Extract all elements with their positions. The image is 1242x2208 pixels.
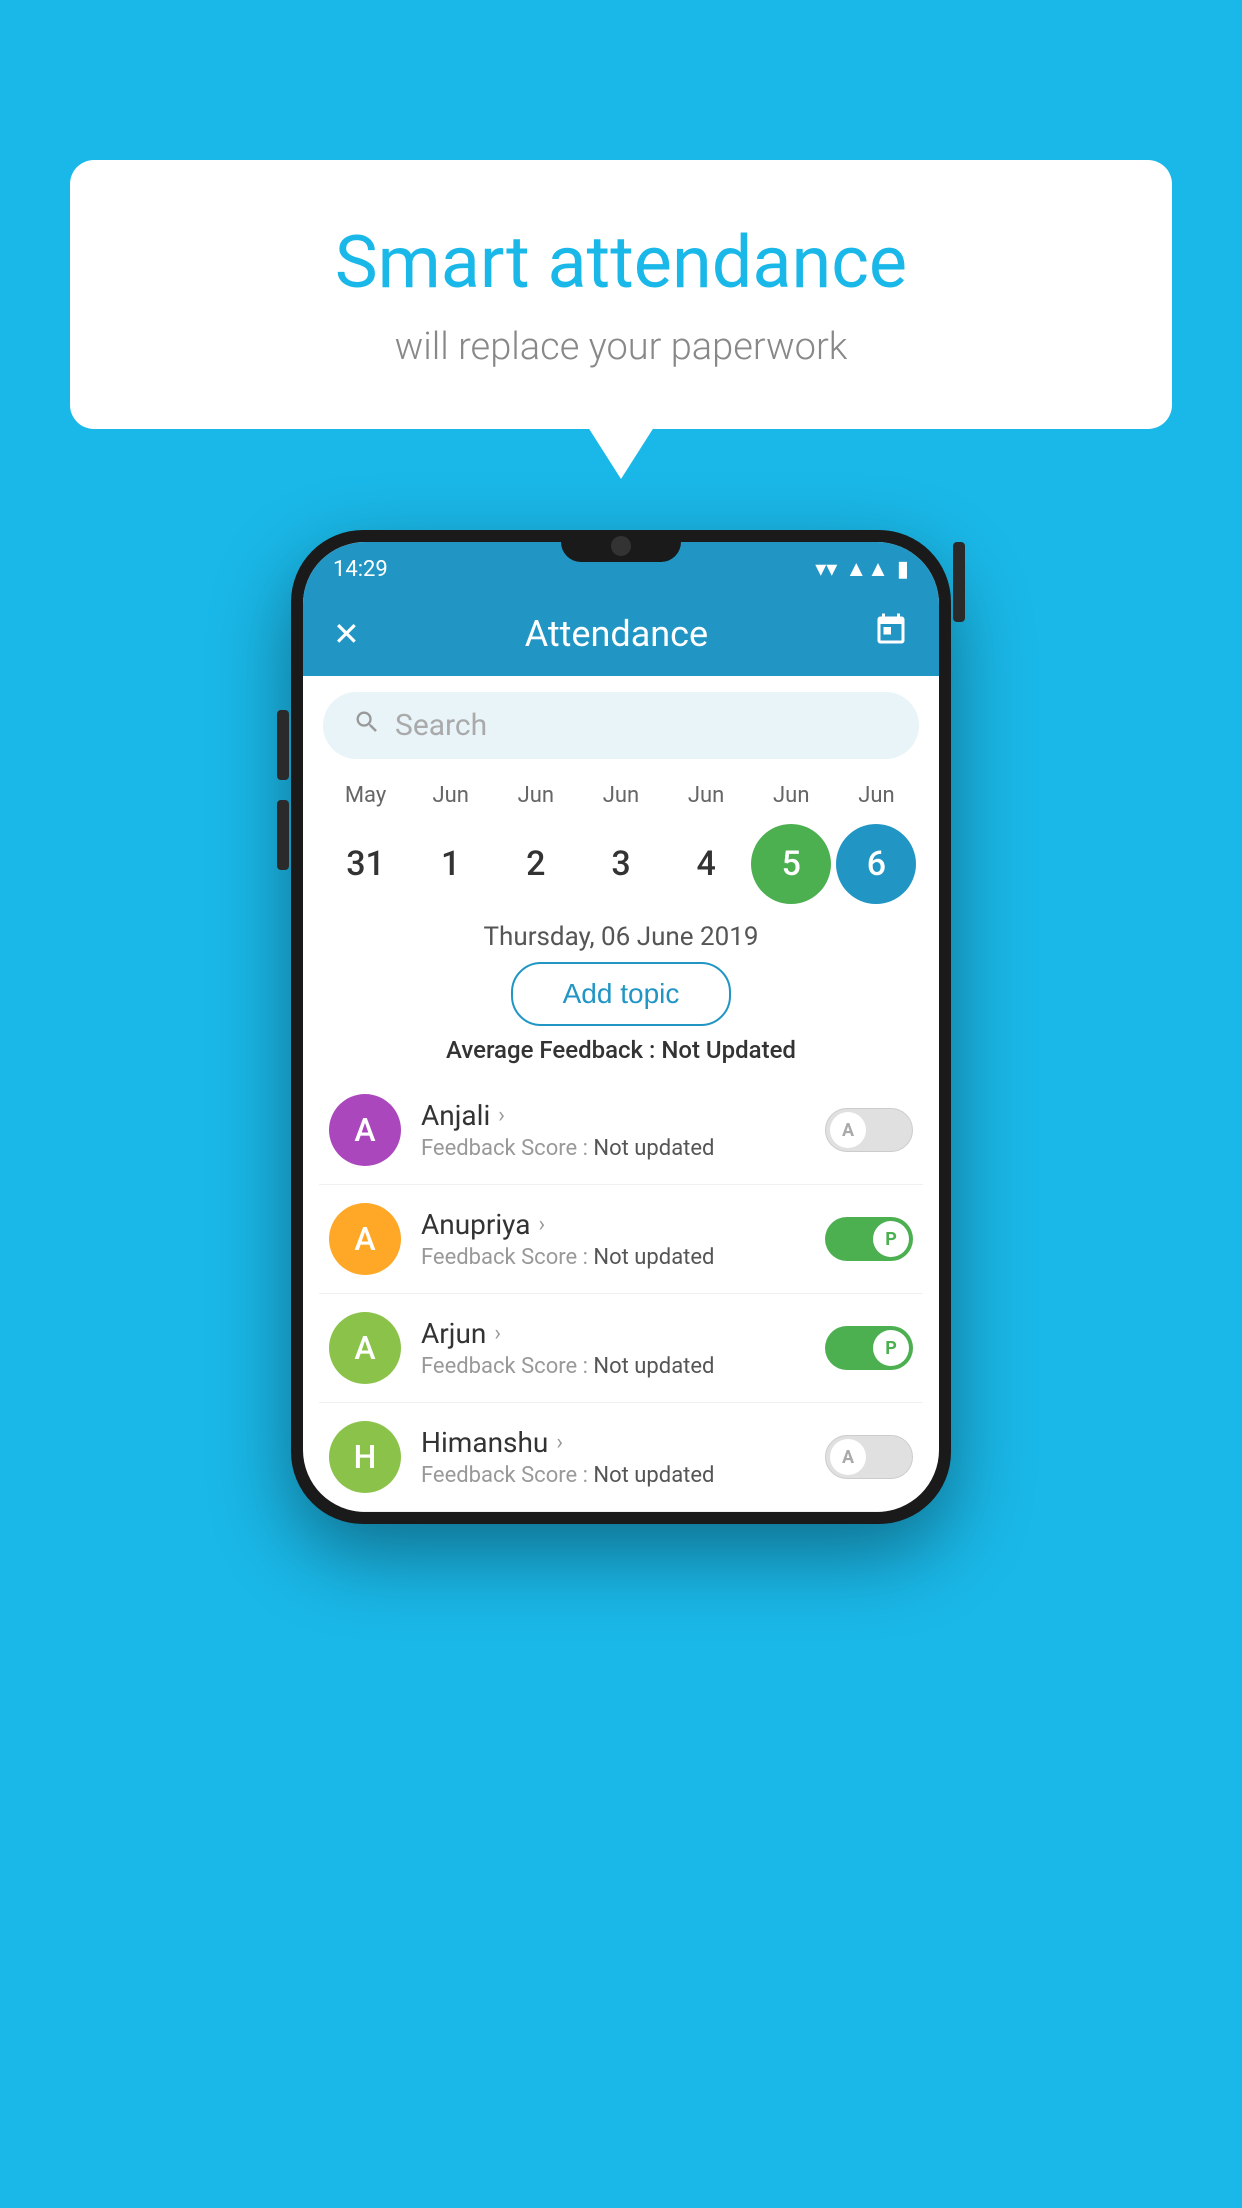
- feedback-himanshu: Feedback Score : Not updated: [421, 1463, 805, 1488]
- chevron-icon: ›: [498, 1103, 505, 1128]
- hero-subtitle: will replace your paperwork: [150, 325, 1092, 369]
- feedback-anjali: Feedback Score : Not updated: [421, 1136, 805, 1161]
- student-name-himanshu[interactable]: Himanshu ›: [421, 1426, 805, 1459]
- hero-section: Smart attendance will replace your paper…: [70, 160, 1172, 429]
- close-button[interactable]: ✕: [333, 615, 360, 653]
- calendar-days: 31 1 2 3 4 5 6: [303, 808, 939, 912]
- feedback-anupriya: Feedback Score : Not updated: [421, 1245, 805, 1270]
- cal-month-5: Jun: [751, 783, 831, 808]
- avg-feedback: Average Feedback : Not Updated: [303, 1036, 939, 1064]
- student-info-anjali[interactable]: Anjali › Feedback Score : Not updated: [421, 1099, 805, 1161]
- app-bar: ✕ Attendance: [303, 592, 939, 676]
- student-info-himanshu[interactable]: Himanshu › Feedback Score : Not updated: [421, 1426, 805, 1488]
- chevron-icon: ›: [556, 1430, 563, 1455]
- toggle-himanshu[interactable]: A: [825, 1435, 913, 1479]
- attendance-toggle-himanshu[interactable]: A: [825, 1435, 913, 1479]
- cal-day-3[interactable]: 3: [581, 824, 661, 904]
- student-list: A Anjali › Feedback Score : Not updated …: [303, 1076, 939, 1512]
- cal-month-0: May: [326, 783, 406, 808]
- avatar-anupriya: A: [329, 1203, 401, 1275]
- cal-day-2[interactable]: 2: [496, 824, 576, 904]
- student-info-arjun[interactable]: Arjun › Feedback Score : Not updated: [421, 1317, 805, 1379]
- search-placeholder: Search: [395, 708, 487, 743]
- student-item-anjali: A Anjali › Feedback Score : Not updated …: [319, 1076, 923, 1185]
- selected-date-display: Thursday, 06 June 2019: [303, 922, 939, 952]
- toggle-anjali[interactable]: A: [825, 1108, 913, 1152]
- calendar-months: May Jun Jun Jun Jun Jun Jun: [303, 775, 939, 808]
- toggle-knob-himanshu: A: [830, 1439, 866, 1475]
- attendance-toggle-anupriya[interactable]: P: [825, 1217, 913, 1261]
- attendance-toggle-anjali[interactable]: A: [825, 1108, 913, 1152]
- student-item-arjun: A Arjun › Feedback Score : Not updated P: [319, 1294, 923, 1403]
- toggle-knob-anjali: A: [830, 1112, 866, 1148]
- chevron-icon: ›: [538, 1212, 545, 1237]
- phone-mockup: 14:29 ▾▾ ▲▲ ▮ ✕ Attendance: [291, 530, 951, 1524]
- student-info-anupriya[interactable]: Anupriya › Feedback Score : Not updated: [421, 1208, 805, 1270]
- wifi-icon: ▾▾: [815, 557, 837, 582]
- student-name-arjun[interactable]: Arjun ›: [421, 1317, 805, 1350]
- status-time: 14:29: [333, 557, 388, 582]
- student-name-anupriya[interactable]: Anupriya ›: [421, 1208, 805, 1241]
- student-name-anjali[interactable]: Anjali ›: [421, 1099, 805, 1132]
- avatar-himanshu: H: [329, 1421, 401, 1493]
- add-topic-button[interactable]: Add topic: [511, 962, 732, 1026]
- student-item-himanshu: H Himanshu › Feedback Score : Not update…: [319, 1403, 923, 1512]
- attendance-toggle-arjun[interactable]: P: [825, 1326, 913, 1370]
- avg-feedback-value: Not Updated: [661, 1036, 796, 1064]
- cal-day-6[interactable]: 6: [836, 824, 916, 904]
- signal-icon: ▲▲: [845, 556, 889, 582]
- toggle-arjun[interactable]: P: [825, 1326, 913, 1370]
- cal-month-2: Jun: [496, 783, 576, 808]
- status-icons: ▾▾ ▲▲ ▮: [815, 556, 909, 582]
- cal-day-5[interactable]: 5: [751, 824, 831, 904]
- toggle-knob-arjun: P: [873, 1330, 909, 1366]
- phone-camera: [611, 536, 631, 556]
- cal-month-4: Jun: [666, 783, 746, 808]
- cal-month-1: Jun: [411, 783, 491, 808]
- cal-day-31[interactable]: 31: [326, 824, 406, 904]
- phone-screen: 14:29 ▾▾ ▲▲ ▮ ✕ Attendance: [303, 542, 939, 1512]
- calendar-icon[interactable]: [873, 612, 909, 656]
- app-bar-title: Attendance: [525, 613, 708, 655]
- cal-day-1[interactable]: 1: [411, 824, 491, 904]
- toggle-anupriya[interactable]: P: [825, 1217, 913, 1261]
- student-item-anupriya: A Anupriya › Feedback Score : Not update…: [319, 1185, 923, 1294]
- search-icon: [353, 708, 381, 743]
- avatar-arjun: A: [329, 1312, 401, 1384]
- volume-up-button: [277, 710, 289, 780]
- speech-bubble: Smart attendance will replace your paper…: [70, 160, 1172, 429]
- phone-outer: 14:29 ▾▾ ▲▲ ▮ ✕ Attendance: [291, 530, 951, 1524]
- feedback-arjun: Feedback Score : Not updated: [421, 1354, 805, 1379]
- avg-feedback-label: Average Feedback :: [446, 1036, 655, 1064]
- chevron-icon: ›: [494, 1321, 501, 1346]
- power-button: [953, 542, 965, 622]
- avatar-anjali: A: [329, 1094, 401, 1166]
- search-bar[interactable]: Search: [323, 692, 919, 759]
- cal-day-4[interactable]: 4: [666, 824, 746, 904]
- toggle-knob-anupriya: P: [873, 1221, 909, 1257]
- volume-down-button: [277, 800, 289, 870]
- battery-icon: ▮: [897, 557, 909, 582]
- hero-title: Smart attendance: [150, 220, 1092, 305]
- cal-month-3: Jun: [581, 783, 661, 808]
- cal-month-6: Jun: [836, 783, 916, 808]
